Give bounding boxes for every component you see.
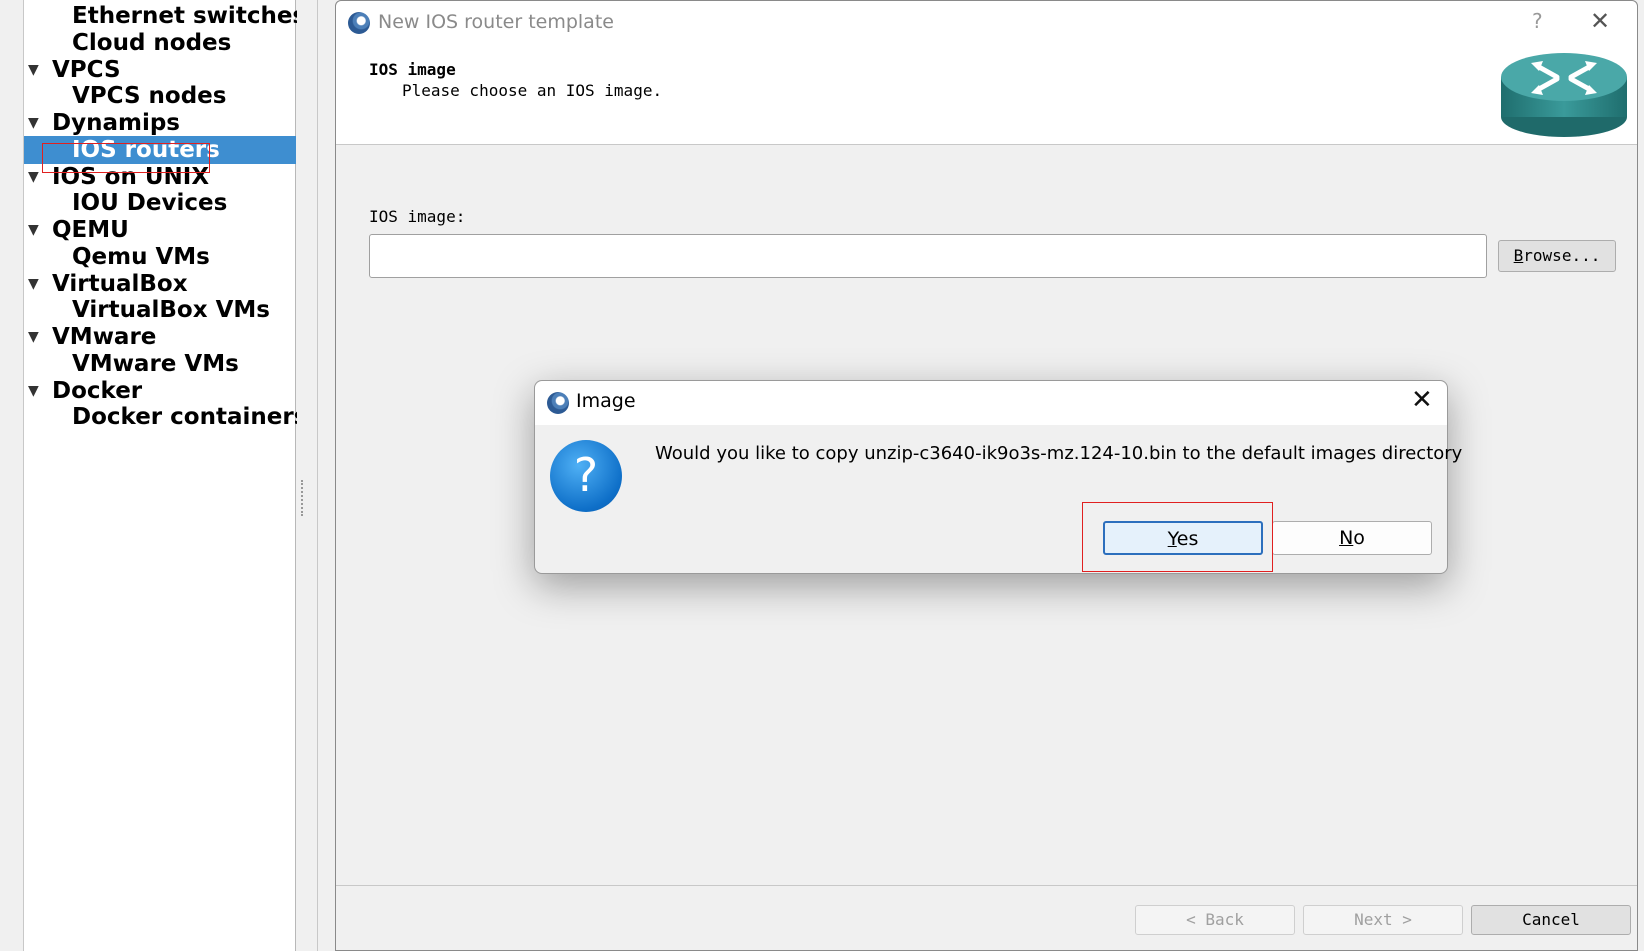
no-button[interactable]: No — [1272, 521, 1432, 555]
yes-rest: es — [1176, 528, 1199, 550]
ios-image-path-input[interactable] — [369, 234, 1487, 278]
tree-item[interactable]: ▼ QEMU — [24, 216, 296, 244]
tree-item[interactable]: Docker containers — [24, 403, 307, 431]
tree-item[interactable]: VPCS nodes — [24, 82, 296, 110]
node-type-tree[interactable]: Ethernet switches Cloud nodes ▼ VPCS VPCS no… — [24, 0, 307, 951]
gns3-app-icon — [348, 12, 370, 34]
gns3-app-icon — [547, 392, 569, 414]
expand-arrow-icon[interactable]: ▼ — [28, 377, 44, 405]
panel-splitter[interactable] — [297, 0, 335, 951]
back-button[interactable]: < Back — [1135, 905, 1295, 935]
expand-arrow-icon[interactable]: ▼ — [28, 323, 44, 351]
yes-button[interactable]: Yes — [1103, 521, 1263, 555]
dialog-close-button[interactable]: ✕ — [1411, 385, 1433, 415]
tree-item[interactable]: VirtualBox VMs — [24, 296, 296, 324]
tree-item[interactable]: Qemu VMs — [24, 243, 296, 271]
no-mnemonic: N — [1339, 527, 1354, 549]
page-title: IOS image — [369, 60, 456, 79]
tree-item-label: IOS on UNIX — [52, 163, 210, 190]
tree-item[interactable]: IOU Devices — [24, 189, 296, 217]
tree-item[interactable]: ▼ VMware — [24, 323, 296, 351]
footer-divider — [336, 885, 1637, 886]
expand-arrow-icon[interactable]: ▼ — [28, 163, 44, 191]
splitter-divider — [317, 0, 318, 951]
router-icon — [1501, 53, 1627, 137]
tree-item-label: Docker — [52, 377, 143, 404]
browse-rest: rowse... — [1523, 246, 1601, 265]
page-subtitle: Please choose an IOS image. — [402, 81, 663, 100]
tree-item-label: VirtualBox VMs — [72, 297, 270, 324]
tree-item-label: Docker containers — [72, 404, 308, 431]
wizard-title: New IOS router template — [378, 11, 614, 33]
ios-image-label: IOS image: — [369, 207, 466, 226]
tree-item[interactable]: ▼ VirtualBox — [24, 270, 296, 298]
wizard-titlebar: New IOS router template ? ✕ — [336, 1, 1637, 45]
left-edge-strip — [0, 0, 24, 951]
tree-item-label: VMware — [52, 324, 157, 350]
help-button[interactable]: ? — [1532, 9, 1543, 33]
browse-mnemonic: B — [1513, 246, 1524, 265]
dialog-titlebar: Image ✕ — [535, 381, 1447, 425]
wizard-close-button[interactable]: ✕ — [1590, 7, 1610, 35]
browse-button[interactable]: Browse... — [1498, 240, 1616, 272]
dialog-title: Image — [576, 390, 636, 412]
copy-image-dialog: Image ✕ ? Would you like to copy unzip-c… — [534, 380, 1462, 574]
tree-item[interactable]: ▼ Dynamips — [24, 109, 296, 137]
tree-item-label: Cloud nodes — [72, 29, 232, 56]
next-button[interactable]: Next > — [1303, 905, 1463, 935]
yes-mnemonic: Y — [1167, 528, 1177, 550]
tree-item[interactable]: ▼ IOS on UNIX — [24, 163, 296, 191]
dialog-message: Would you like to copy unzip-c3640-ik9o3… — [655, 443, 1463, 464]
expand-arrow-icon[interactable]: ▼ — [28, 109, 44, 137]
tree-item-label: VPCS nodes — [72, 83, 227, 110]
tree-item[interactable]: IOS routers — [24, 135, 296, 164]
expand-arrow-icon[interactable]: ▼ — [28, 270, 44, 298]
expand-arrow-icon[interactable]: ▼ — [28, 216, 44, 244]
no-rest: o — [1353, 527, 1365, 549]
tree-item[interactable]: Cloud nodes — [24, 29, 296, 57]
cancel-button[interactable]: Cancel — [1471, 905, 1631, 935]
expand-arrow-icon[interactable]: ▼ — [28, 56, 44, 84]
tree-item-label: IOU Devices — [72, 190, 228, 217]
tree-item[interactable]: VMware VMs — [24, 350, 296, 378]
tree-item[interactable]: ▼ Docker — [24, 377, 296, 405]
tree-item-label: VirtualBox — [52, 270, 188, 297]
tree-item[interactable]: Ethernet switches — [24, 2, 306, 30]
tree-item-label: Ethernet switches — [72, 3, 307, 29]
tree-item-label: VMware VMs — [72, 350, 239, 377]
wizard-header: IOS image Please choose an IOS image. — [336, 45, 1637, 145]
tree-item-label: Qemu VMs — [72, 243, 210, 270]
question-icon: ? — [550, 440, 622, 512]
splitter-grip[interactable] — [301, 480, 303, 516]
tree-item-label: QEMU — [52, 217, 129, 243]
tree-item-label: Dynamips — [52, 110, 180, 136]
tree-item-label: VPCS — [52, 56, 121, 83]
tree-item-label: IOS routers — [72, 136, 220, 163]
tree-item[interactable]: ▼ VPCS — [24, 56, 296, 84]
